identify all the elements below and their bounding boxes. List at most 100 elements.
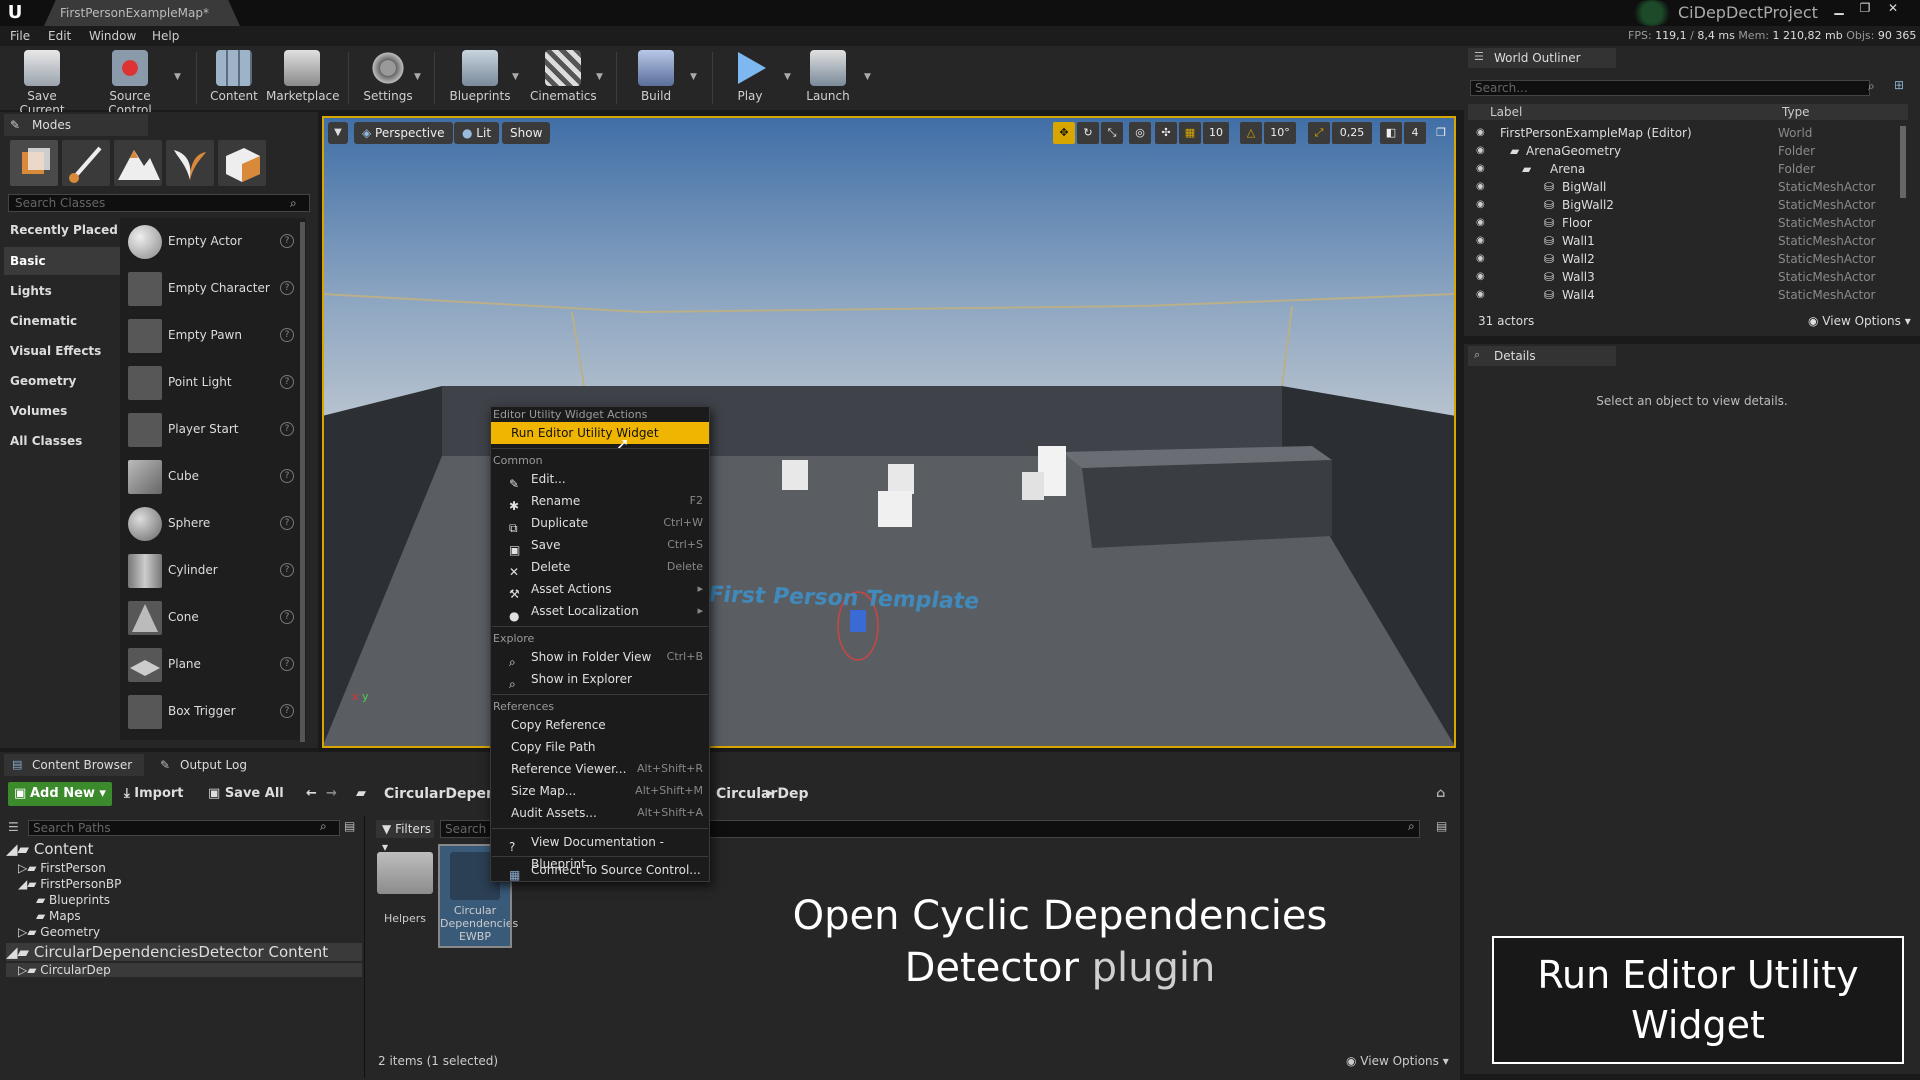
class-item-cone[interactable]: Cone? (124, 597, 300, 639)
play-dropdown[interactable]: ▼ (784, 72, 791, 82)
save-all-button[interactable]: ▣ Save All (208, 782, 284, 806)
breadcrumb-chevron-icon[interactable]: ▶ (766, 782, 774, 806)
outliner-row[interactable]: ◉ ⛁ Wall2 StaticMeshActor (1468, 250, 1908, 268)
outliner-row[interactable]: ◉ ⛁ BigWall2 StaticMeshActor (1468, 196, 1908, 214)
category-all-classes[interactable]: All Classes (4, 427, 120, 455)
content-browser-tab[interactable]: Content Browser (4, 754, 144, 776)
asset-tile-folder[interactable]: Helpers (370, 846, 440, 946)
show-button[interactable]: Show (502, 122, 551, 144)
save-item[interactable]: ▣ Save Ctrl+S (491, 534, 709, 557)
eye-icon[interactable]: ◉ (1476, 253, 1488, 265)
search-classes-input[interactable]: Search Classes (8, 194, 310, 212)
class-item-empty-pawn[interactable]: Empty Pawn? (124, 315, 300, 357)
add-new-button[interactable]: ▣ Add New ▾ (8, 782, 112, 806)
minimize-icon[interactable]: ▁ (1828, 0, 1850, 18)
settings-button[interactable]: Settings (356, 48, 420, 108)
tree-item-firstperson[interactable]: ▷▰ FirstPerson (18, 861, 106, 875)
outliner-scrollbar[interactable] (1900, 126, 1906, 198)
run-editor-utility-widget-item[interactable]: Run Editor Utility Widget (491, 422, 709, 444)
category-visual-effects[interactable]: Visual Effects (4, 337, 120, 365)
tree-item-blueprints[interactable]: ▰ Blueprints (36, 893, 110, 907)
world-outliner-tab[interactable]: World Outliner (1468, 48, 1616, 68)
world-local-icon[interactable]: ◎ (1129, 122, 1151, 144)
category-volumes[interactable]: Volumes (4, 397, 120, 425)
help-icon[interactable]: ? (280, 563, 294, 577)
camera-speed-value[interactable]: 4 (1404, 122, 1426, 144)
help-icon[interactable]: ? (280, 469, 294, 483)
tree-item-content[interactable]: ◢▰ Content (6, 840, 94, 858)
paint-mode-icon[interactable] (62, 140, 110, 186)
scale-icon[interactable]: ⤡ (1101, 122, 1123, 144)
help-icon[interactable]: ? (280, 704, 294, 718)
eye-icon[interactable]: ◉ (1476, 289, 1488, 301)
class-item-empty-actor[interactable]: Empty Actor? (124, 221, 300, 263)
class-item-sphere[interactable]: Sphere? (124, 503, 300, 545)
duplicate-item[interactable]: ⧉ Duplicate Ctrl+W (491, 512, 709, 535)
class-item-empty-character[interactable]: Empty Character? (124, 268, 300, 310)
add-folder-icon[interactable]: ⊞ (1894, 78, 1904, 92)
surface-snap-icon[interactable]: ✣ (1155, 122, 1177, 144)
eye-icon[interactable]: ◉ (1476, 145, 1488, 157)
category-geometry[interactable]: Geometry (4, 367, 120, 395)
maximize-icon[interactable]: ❐ (1854, 0, 1876, 18)
foliage-mode-icon[interactable] (166, 140, 214, 186)
reference-viewer-item[interactable]: Reference Viewer... Alt+Shift+R (491, 758, 709, 780)
copy-file-path-item[interactable]: Copy File Path (491, 736, 709, 758)
rename-item[interactable]: ✱ Rename F2 (491, 490, 709, 513)
class-item-cube[interactable]: Cube? (124, 456, 300, 498)
category-cinematic[interactable]: Cinematic (4, 307, 120, 335)
eye-icon[interactable]: ◉ (1476, 127, 1488, 139)
document-tab[interactable]: FirstPersonExampleMap* (44, 0, 240, 26)
menu-window[interactable]: Window (89, 29, 136, 43)
sources-toggle-icon[interactable]: ☰ (8, 820, 19, 834)
rotate-icon[interactable]: ↻ (1077, 122, 1099, 144)
help-icon[interactable]: ? (280, 281, 294, 295)
maximize-viewport-icon[interactable]: ❐ (1430, 122, 1452, 144)
outliner-view-options[interactable]: ◉ View Options ▾ (1808, 314, 1911, 328)
help-icon[interactable]: ? (280, 234, 294, 248)
settings-dropdown[interactable]: ▼ (414, 72, 421, 82)
help-icon[interactable]: ? (280, 657, 294, 671)
blueprints-button[interactable]: Blueprints (444, 48, 516, 108)
translate-icon[interactable]: ✥ (1053, 122, 1075, 144)
class-item-plane[interactable]: Plane? (124, 644, 300, 686)
place-mode-icon[interactable] (10, 140, 58, 186)
landscape-mode-icon[interactable] (114, 140, 162, 186)
modes-tab[interactable]: Modes (4, 114, 148, 136)
build-dropdown[interactable]: ▼ (690, 72, 697, 82)
asset-localization-item[interactable]: ● Asset Localization ▸ (491, 600, 709, 623)
viewport-options-dropdown[interactable]: ▼ (328, 122, 348, 144)
outliner-row[interactable]: ◉ ▰ ArenaGeometry Folder (1468, 142, 1908, 160)
cinematics-dropdown[interactable]: ▼ (596, 72, 603, 82)
size-map-item[interactable]: Size Map... Alt+Shift+M (491, 780, 709, 802)
menu-help[interactable]: Help (152, 29, 179, 43)
outliner-row[interactable]: ◉ ⛁ BigWall StaticMeshActor (1468, 178, 1908, 196)
category-lights[interactable]: Lights (4, 277, 120, 305)
eye-icon[interactable]: ◉ (1476, 271, 1488, 283)
class-item-box-trigger[interactable]: Box Trigger? (124, 691, 300, 733)
breadcrumb-current[interactable]: CircularDep (716, 782, 809, 806)
asset-actions-item[interactable]: ⚒ Asset Actions ▸ (491, 578, 709, 601)
scale-snap-icon[interactable]: ⤢ (1308, 122, 1330, 144)
outliner-row[interactable]: ◉ FirstPersonExampleMap (Editor) World (1468, 124, 1908, 142)
outliner-row[interactable]: ◉ ⛁ Wall3 StaticMeshActor (1468, 268, 1908, 286)
asset-view-options-icon[interactable]: ▤ (1436, 819, 1447, 833)
eye-icon[interactable]: ◉ (1476, 217, 1488, 229)
connect-source-control-item[interactable]: ▦ Connect To Source Control... (491, 859, 709, 882)
play-button[interactable]: Play (720, 48, 780, 108)
outliner-row[interactable]: ◉ ⛁ Wall4 StaticMeshActor (1468, 286, 1908, 304)
help-icon[interactable]: ? (280, 328, 294, 342)
menu-file[interactable]: File (10, 29, 30, 43)
show-in-folder-view-item[interactable]: ⌕ Show in Folder View Ctrl+B (491, 646, 709, 669)
outliner-search-input[interactable]: Search... (1470, 80, 1870, 96)
paths-options-icon[interactable]: ▤ (344, 819, 355, 833)
marketplace-button[interactable]: Marketplace (266, 48, 340, 108)
tree-item-maps[interactable]: ▰ Maps (36, 909, 81, 923)
class-item-point-light[interactable]: Point Light? (124, 362, 300, 404)
edit-item[interactable]: ✎ Edit... (491, 468, 709, 491)
category-recently-placed[interactable]: Recently Placed (4, 216, 120, 244)
filters-button[interactable]: ▼ Filters ▾ (376, 820, 434, 854)
build-button[interactable]: Build (626, 48, 686, 108)
type-column-header[interactable]: Type (1782, 105, 1810, 119)
eye-icon[interactable]: ◉ (1476, 181, 1488, 193)
